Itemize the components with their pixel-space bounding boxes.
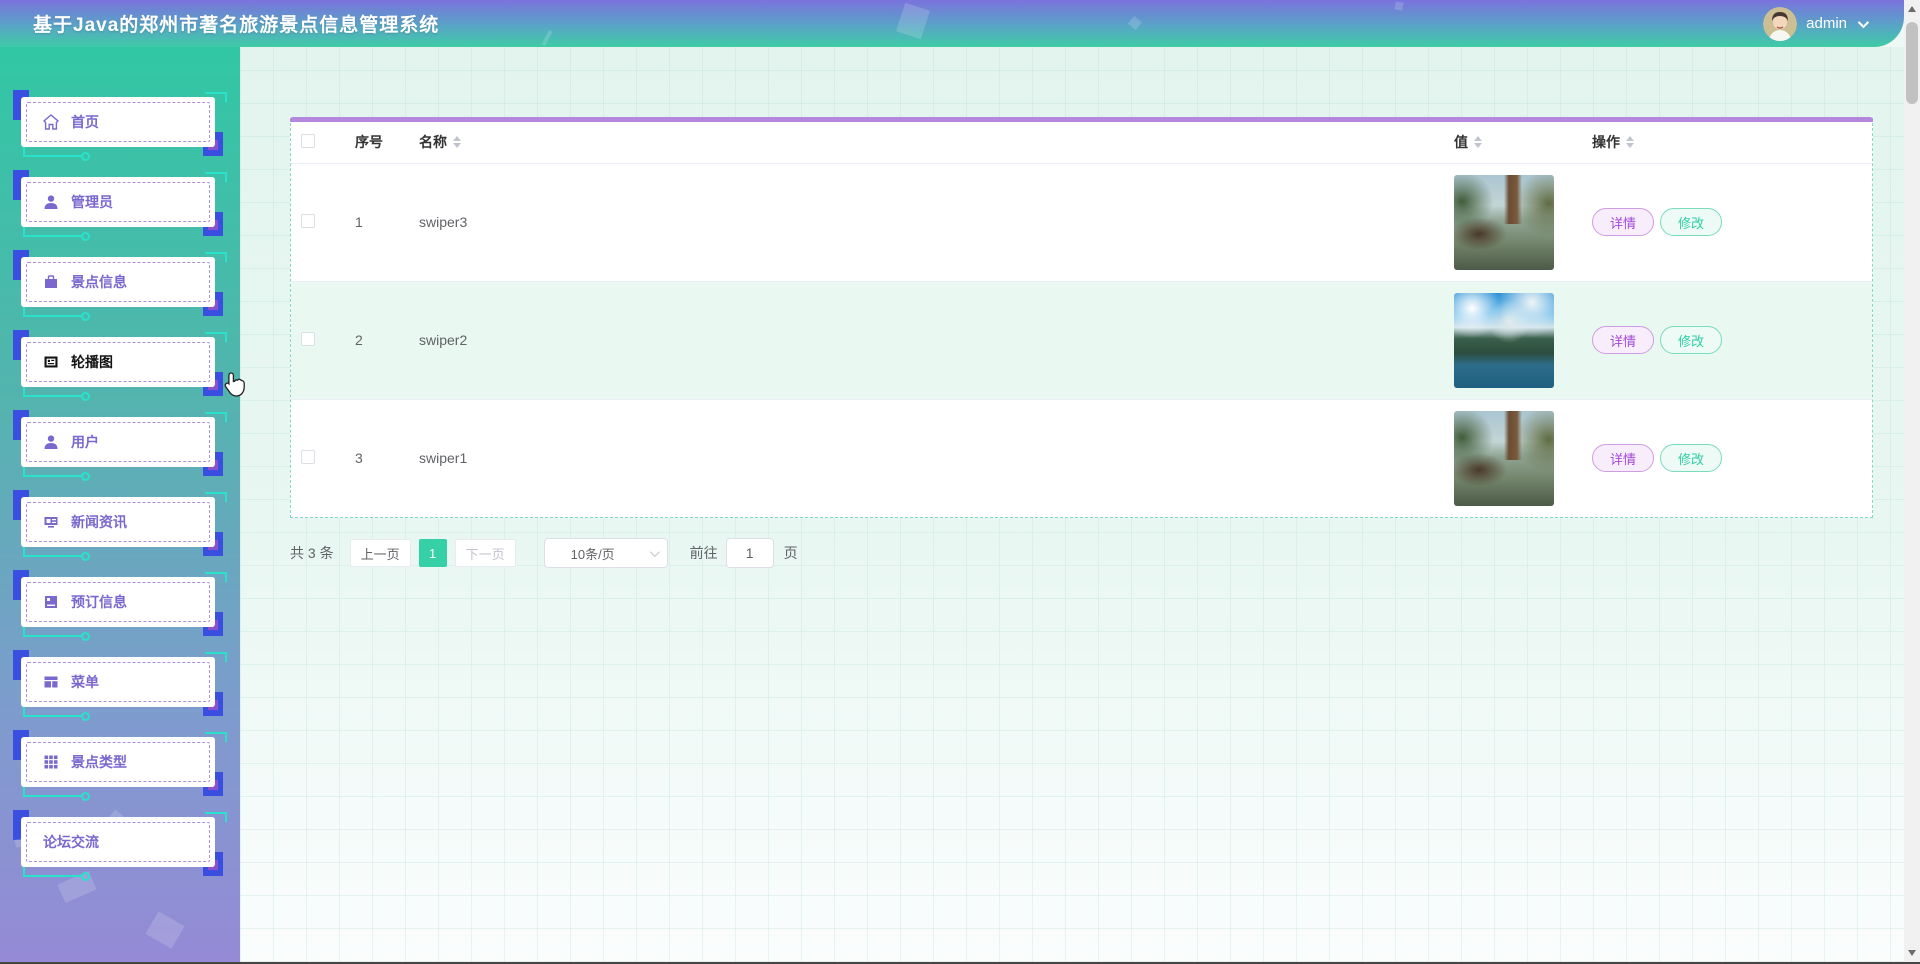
sidebar-item-carousel[interactable]: 轮播图	[13, 330, 227, 401]
confetti-decoration	[1394, 1, 1404, 11]
detail-button[interactable]: 详情	[1592, 444, 1654, 473]
sidebar-item-label: 菜单	[71, 674, 99, 690]
admin-user-icon	[43, 194, 59, 210]
sort-icon[interactable]	[453, 136, 461, 149]
goto-page-input[interactable]	[725, 538, 774, 568]
menu-table-icon	[43, 674, 59, 690]
avatar[interactable]	[1763, 6, 1798, 41]
prev-page-button[interactable]: 上一页	[349, 539, 411, 567]
page-title: 基于Java的郑州市著名旅游景点信息管理系统	[33, 15, 440, 36]
user-icon	[43, 434, 59, 450]
top-header: 基于Java的郑州市著名旅游景点信息管理系统 admin	[0, 0, 1904, 47]
row-name: swiper2	[415, 281, 1454, 400]
table-row: 3 swiper1 详情 修改	[291, 399, 1872, 517]
swiper-image	[1454, 174, 1554, 270]
page-size-value: 10条/页	[570, 546, 615, 562]
table-header-row: 序号 名称 值 操作	[291, 122, 1872, 164]
row-index: 2	[339, 281, 415, 400]
scroll-up-arrow-icon[interactable]	[1904, 2, 1920, 16]
sort-icon[interactable]	[1626, 136, 1634, 149]
confetti-decoration	[541, 29, 553, 47]
sidebar-item-label: 轮播图	[71, 354, 113, 370]
carousel-image-icon	[43, 354, 59, 370]
detail-button[interactable]: 详情	[1592, 326, 1654, 354]
row-name: swiper3	[415, 163, 1454, 282]
row-checkbox[interactable]	[301, 331, 315, 346]
sidebar-item-users[interactable]: 用户	[13, 410, 227, 481]
row-index: 3	[355, 450, 363, 467]
grid-icon	[43, 754, 59, 770]
column-header-actions: 操作	[1592, 134, 1620, 151]
carousel-table: 序号 名称 值 操作 1 swiper3 详情 修改 2 swiper2 详情 …	[291, 122, 1872, 517]
column-header-value: 值	[1454, 134, 1468, 151]
sidebar-item-news[interactable]: 新闻资讯	[13, 490, 227, 561]
user-menu[interactable]: admin	[1763, 6, 1904, 41]
table-row: 1 swiper3 详情 修改	[291, 163, 1872, 282]
vertical-scrollbar[interactable]	[1904, 0, 1920, 962]
sidebar-item-label: 用户	[71, 434, 99, 450]
username-label: admin	[1806, 15, 1847, 32]
edit-button[interactable]: 修改	[1660, 208, 1722, 236]
sidebar-item-label: 新闻资讯	[71, 514, 127, 530]
detail-button[interactable]: 详情	[1592, 208, 1654, 236]
scroll-down-arrow-icon[interactable]	[1904, 946, 1920, 960]
row-checkbox[interactable]	[301, 449, 315, 464]
sidebar-item-scenic-type[interactable]: 景点类型	[13, 730, 227, 801]
sidebar-item-admin[interactable]: 管理员	[13, 170, 227, 241]
swiper-image	[1454, 292, 1554, 388]
swiper-image	[1454, 410, 1554, 506]
column-header-name: 名称	[419, 134, 447, 151]
row-name: swiper1	[419, 450, 468, 467]
main-content: 序号 名称 值 操作 1 swiper3 详情 修改 2 swiper2 详情 …	[240, 47, 1904, 962]
column-header-index: 序号	[355, 134, 383, 151]
sidebar-nav: 首页 管理员 景点信息 轮播图 用户 新闻资讯 预订信息 菜单 景点类型 论坛交…	[0, 47, 240, 962]
sidebar-item-booking[interactable]: 预订信息	[13, 570, 227, 641]
sidebar-item-label: 首页	[71, 114, 99, 130]
briefcase-icon	[43, 274, 59, 290]
sort-icon[interactable]	[1474, 136, 1482, 149]
sidebar-item-menu[interactable]: 菜单	[13, 650, 227, 721]
confetti-decoration	[896, 2, 930, 40]
sidebar-item-label: 管理员	[71, 194, 113, 210]
page-size-select[interactable]: 10条/页	[543, 538, 668, 568]
sidebar-item-scenic-info[interactable]: 景点信息	[13, 250, 227, 321]
confetti-decoration	[1127, 15, 1143, 31]
page-suffix-label: 页	[783, 545, 798, 561]
row-index: 1	[339, 163, 415, 282]
sidebar-item-home[interactable]: 首页	[13, 90, 227, 161]
sidebar-item-label: 景点信息	[71, 274, 127, 290]
app-window: 基于Java的郑州市著名旅游景点信息管理系统 admin 首页 管理员 景点信息…	[0, 0, 1920, 964]
sidebar-item-label: 预订信息	[71, 594, 127, 610]
chevron-down-icon[interactable]	[1857, 16, 1870, 28]
booking-icon	[43, 594, 59, 610]
home-icon	[43, 114, 59, 130]
edit-button[interactable]: 修改	[1660, 326, 1722, 354]
table-row: 2 swiper2 详情 修改	[291, 281, 1872, 400]
sidebar-item-label: 论坛交流	[43, 834, 99, 850]
page-number-1[interactable]: 1	[418, 539, 447, 567]
goto-label: 前往	[689, 545, 718, 561]
sidebar-item-forum[interactable]: 论坛交流	[13, 810, 227, 881]
edit-button[interactable]: 修改	[1660, 444, 1722, 473]
total-count-label: 共 3 条	[290, 545, 334, 561]
pagination-bar: 共 3 条 上一页 1 下一页 10条/页 前往 页	[290, 538, 798, 568]
select-all-checkbox[interactable]	[301, 133, 315, 148]
chevron-down-icon	[649, 546, 660, 557]
news-icon	[43, 514, 59, 530]
row-checkbox[interactable]	[301, 213, 315, 228]
sidebar-item-label: 景点类型	[71, 754, 127, 770]
carousel-table-card: 序号 名称 值 操作 1 swiper3 详情 修改 2 swiper2 详情 …	[290, 117, 1873, 518]
confetti-decoration	[145, 911, 185, 949]
next-page-button[interactable]: 下一页	[454, 539, 516, 567]
scrollbar-thumb[interactable]	[1906, 22, 1918, 104]
